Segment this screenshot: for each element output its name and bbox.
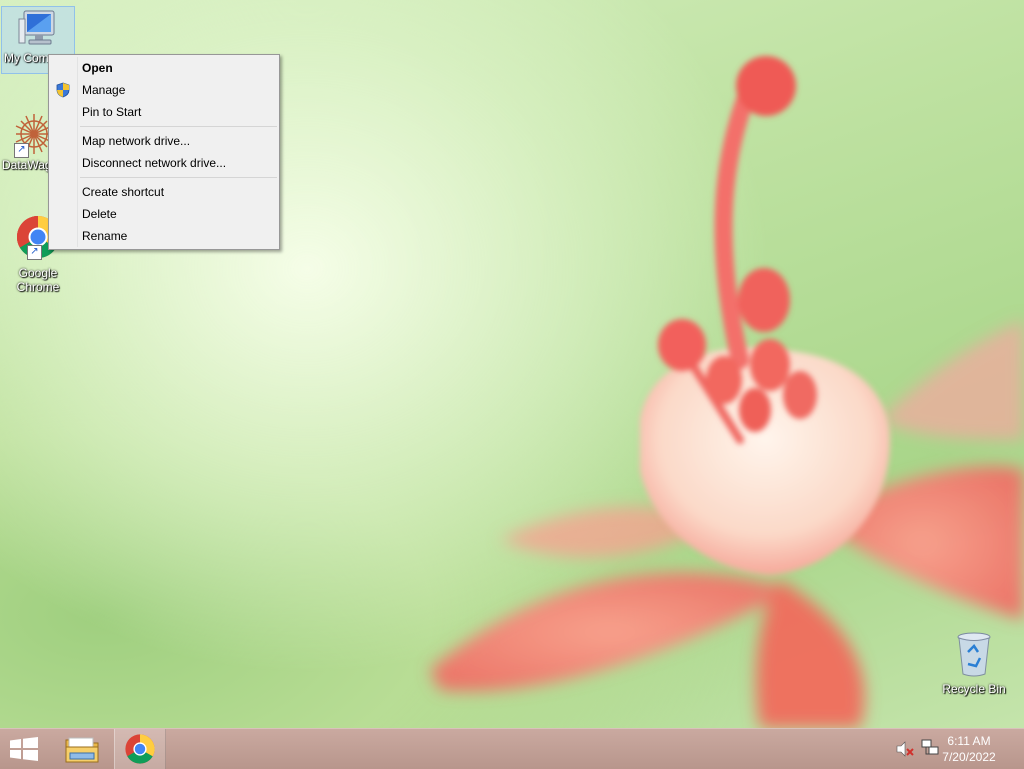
desktop-icon-label: Recycle Bin <box>942 682 1006 696</box>
menu-item-rename[interactable]: Rename <box>51 225 277 247</box>
chrome-icon <box>125 734 155 764</box>
menu-item-label: Open <box>82 61 113 75</box>
menu-item-label: Map network drive... <box>82 134 191 148</box>
menu-item-label: Create shortcut <box>82 185 165 199</box>
menu-item-open[interactable]: Open <box>51 57 277 79</box>
start-button[interactable] <box>0 729 48 769</box>
volume-muted-icon[interactable] <box>896 741 914 757</box>
clock-time: 6:11 AM <box>947 734 991 748</box>
computer-icon <box>18 7 58 51</box>
menu-item-manage[interactable]: Manage <box>51 79 277 101</box>
taskbar-clock[interactable]: 6:11 AM 7/20/2022 <box>934 733 1004 765</box>
menu-item-label: Rename <box>82 229 128 243</box>
desktop-icon-label-line2: Chrome <box>16 280 60 294</box>
menu-separator <box>80 126 277 127</box>
menu-item-disconnect-network-drive[interactable]: Disconnect network drive... <box>51 152 277 174</box>
menu-item-delete[interactable]: Delete <box>51 203 277 225</box>
context-menu: Open Manage Pin to Start Map network dri… <box>48 54 280 250</box>
menu-item-pin-to-start[interactable]: Pin to Start <box>51 101 277 123</box>
uac-shield-icon <box>56 82 70 98</box>
menu-item-label: Pin to Start <box>82 105 142 119</box>
file-explorer-icon <box>65 737 99 763</box>
menu-item-label: Disconnect network drive... <box>82 156 227 170</box>
windows-logo-icon <box>10 737 38 761</box>
clock-date: 7/20/2022 <box>942 750 996 764</box>
taskbar-file-explorer-button[interactable] <box>56 729 108 769</box>
shortcut-arrow-icon: ↗ <box>14 143 29 158</box>
menu-item-label: Manage <box>82 83 126 97</box>
menu-item-map-network-drive[interactable]: Map network drive... <box>51 130 277 152</box>
taskbar: 6:11 AM 7/20/2022 <box>0 728 1024 769</box>
desktop-icon-recycle-bin[interactable]: Recycle Bin <box>938 630 1010 696</box>
menu-item-label: Delete <box>82 207 117 221</box>
menu-item-create-shortcut[interactable]: Create shortcut <box>51 181 277 203</box>
menu-separator <box>80 177 277 178</box>
shortcut-arrow-icon: ↗ <box>27 245 42 260</box>
taskbar-chrome-button[interactable] <box>114 729 166 769</box>
desktop-icon-label-line1: Google <box>18 266 58 280</box>
recycle-bin-icon <box>954 630 994 678</box>
